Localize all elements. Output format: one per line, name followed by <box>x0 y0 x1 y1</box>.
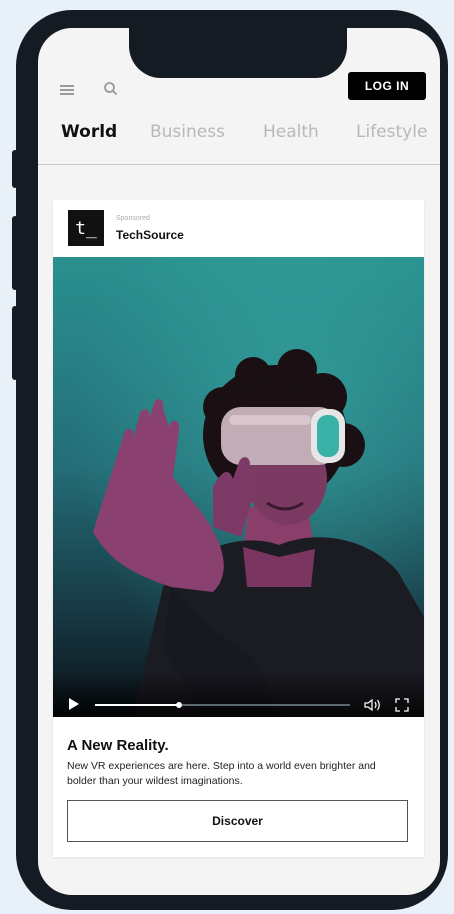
video-controls <box>53 671 424 717</box>
phone-screen: LOG IN World Business Health Lifestyle t… <box>38 28 440 895</box>
login-button[interactable]: LOG IN <box>348 72 426 100</box>
volume-icon[interactable] <box>364 698 382 712</box>
search-icon[interactable] <box>102 80 120 98</box>
ad-description: New VR experiences are here. Step into a… <box>67 760 376 787</box>
brand-name[interactable]: TechSource <box>116 228 184 242</box>
vr-person-image <box>53 257 424 717</box>
hamburger-icon[interactable] <box>60 85 74 95</box>
video-progress-handle[interactable] <box>176 702 183 708</box>
fullscreen-icon[interactable] <box>395 698 409 712</box>
video-progress-track[interactable] <box>95 702 350 708</box>
video-progress-fill <box>95 704 180 706</box>
tab-lifestyle[interactable]: Lifestyle <box>356 122 427 142</box>
tab-business[interactable]: Business <box>150 122 225 142</box>
sponsored-ad-card: t_ Sponsored TechSource A New Reality. N… <box>53 200 424 857</box>
phone-notch <box>129 28 347 78</box>
top-bar: LOG IN <box>38 72 440 106</box>
tab-world[interactable]: World <box>61 122 117 142</box>
sponsored-label: Sponsored <box>116 215 150 222</box>
tab-health[interactable]: Health <box>263 122 319 142</box>
category-tabs: World Business Health Lifestyle <box>38 122 440 165</box>
ad-headline: A New Reality. <box>67 737 169 754</box>
play-icon[interactable] <box>67 697 81 711</box>
discover-button[interactable]: Discover <box>67 800 408 842</box>
video-player[interactable] <box>53 257 424 717</box>
brand-logo[interactable]: t_ <box>68 210 104 246</box>
